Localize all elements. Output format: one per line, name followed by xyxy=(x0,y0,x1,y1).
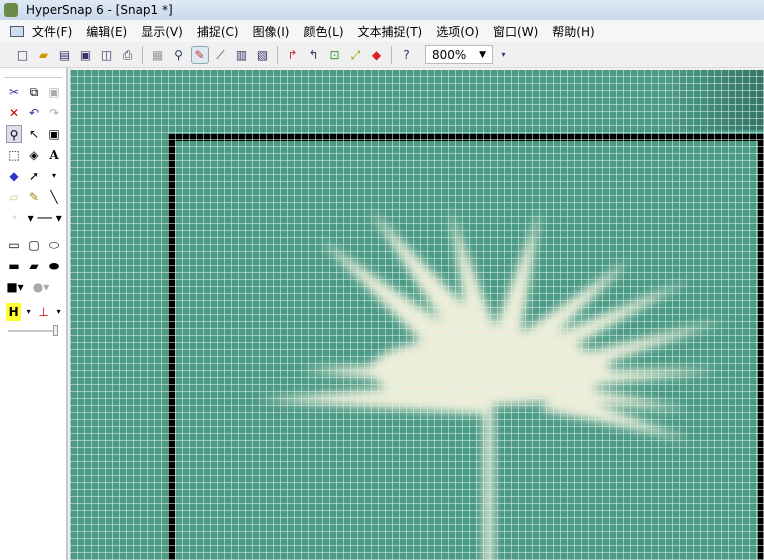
paint-icon[interactable]: ✎ xyxy=(190,45,209,64)
save-icon[interactable]: ▣ xyxy=(78,47,94,63)
zoom-value: 800% xyxy=(432,47,467,62)
crop-icon[interactable]: ⊡ xyxy=(327,47,343,63)
pixel-grid xyxy=(70,70,764,560)
dot-size-icon[interactable]: • xyxy=(6,209,23,227)
menu-bar: 文件(F) 编辑(E) 显示(V) 捕捉(C) 图像(I) 颜色(L) 文本捕捉… xyxy=(0,20,764,42)
menu-view[interactable]: 显示(V) xyxy=(141,23,183,40)
stamp-tool-icon[interactable]: ⊥ xyxy=(36,303,51,321)
document-icon[interactable] xyxy=(10,25,24,37)
text-icon[interactable]: A xyxy=(46,146,62,164)
dropdown-icon[interactable]: ▾ xyxy=(25,303,32,321)
rotate-right-icon[interactable]: ↱ xyxy=(285,47,301,63)
redo-icon[interactable]: ↷ xyxy=(46,104,62,122)
help-icon[interactable]: ? xyxy=(399,47,415,63)
app-icon xyxy=(4,3,18,17)
menu-color[interactable]: 颜色(L) xyxy=(303,23,343,40)
filled-rounded-rect-icon[interactable]: ▰ xyxy=(26,257,42,275)
menu-image[interactable]: 图像(I) xyxy=(253,23,290,40)
eraser-icon[interactable]: ▱ xyxy=(6,188,22,206)
rounded-rect-icon[interactable]: ▢ xyxy=(26,236,42,254)
separator xyxy=(391,45,392,64)
capture-window-icon[interactable]: ▥ xyxy=(234,47,250,63)
undo-icon[interactable]: ↶ xyxy=(26,104,42,122)
new-icon[interactable]: □ xyxy=(15,47,31,63)
scan-icon[interactable]: ▤ xyxy=(57,47,73,63)
separator xyxy=(277,45,278,64)
fill-color-icon[interactable]: ●▾ xyxy=(28,278,54,296)
filled-ellipse-icon[interactable]: ⬬ xyxy=(46,257,62,275)
delete-icon[interactable]: ✕ xyxy=(6,104,22,122)
menu-file[interactable]: 文件(F) xyxy=(32,23,72,40)
chevron-down-icon: ▼ xyxy=(479,49,486,60)
cut-icon[interactable]: ✂ xyxy=(6,83,22,101)
camera-icon[interactable]: ▦ xyxy=(150,47,166,63)
dropdown-icon[interactable]: ▾ xyxy=(55,303,62,321)
slider[interactable] xyxy=(8,325,58,336)
line-icon[interactable]: ╲ xyxy=(46,188,62,206)
filled-rect-icon[interactable]: ▬ xyxy=(6,257,22,275)
dropdown-icon[interactable]: ▾ xyxy=(46,167,62,185)
tool-palette: ✂ ⧉ ▣ ✕ ↶ ↷ ⚲ ↖ ▣ ⬚ ◈ A ◆ ➚ ▾ ▱ ✎ ╲ • ▾ ── ▾ ▭ ▢ ⬭ ▬ ▰ ⬬ … xyxy=(0,68,68,560)
ellipse-icon[interactable]: ⬭ xyxy=(46,236,62,254)
zoom-select[interactable]: 800% ▼ xyxy=(425,45,493,64)
menu-window[interactable]: 窗口(W) xyxy=(493,23,538,40)
book-icon[interactable]: ◫ xyxy=(99,47,115,63)
paste-icon[interactable]: ▣ xyxy=(46,83,62,101)
pencil-icon[interactable]: ✎ xyxy=(26,188,42,206)
toolbar-overflow-icon[interactable]: ▾ xyxy=(496,47,512,63)
toolbar: □ ▰ ▤ ▣ ◫ ⎙ ▦ ⚲ ✎ ⟋ ▥ ▧ ↱ ↰ ⊡ ⤢ ◆ ? 800%… xyxy=(0,42,764,68)
rect-icon[interactable]: ▭ xyxy=(6,236,22,254)
spray-icon[interactable]: ◆ xyxy=(6,167,22,185)
resize-icon[interactable]: ⤢ xyxy=(348,47,364,63)
copy-icon[interactable]: ⧉ xyxy=(26,83,42,101)
color-picker-icon[interactable]: ■▾ xyxy=(6,278,24,296)
menu-text-capture[interactable]: 文本捕捉(T) xyxy=(358,23,423,40)
frame-icon[interactable]: ▣ xyxy=(46,125,62,143)
tools-icon[interactable]: ⚲ xyxy=(171,47,187,63)
stamp-icon[interactable]: ◆ xyxy=(369,47,385,63)
menu-edit[interactable]: 编辑(E) xyxy=(86,23,127,40)
menu-capture[interactable]: 捕捉(C) xyxy=(197,23,239,40)
arrow-icon[interactable]: ➚ xyxy=(26,167,42,185)
title-bar: HyperSnap 6 - [Snap1 *] xyxy=(0,0,764,20)
open-icon[interactable]: ▰ xyxy=(36,47,52,63)
select-rect-icon[interactable]: ⬚ xyxy=(6,146,22,164)
rotate-left-icon[interactable]: ↰ xyxy=(306,47,322,63)
print-icon[interactable]: ⎙ xyxy=(120,47,136,63)
separator xyxy=(142,45,143,64)
zoom-tool-icon[interactable]: ⚲ xyxy=(6,125,23,143)
fill-icon[interactable]: ◈ xyxy=(26,146,42,164)
eyedropper-icon[interactable]: ⟋ xyxy=(213,47,229,63)
capture-region-icon[interactable]: ▧ xyxy=(255,47,271,63)
line-width-icon[interactable]: ▾ ── ▾ xyxy=(27,209,62,227)
menu-help[interactable]: 帮助(H) xyxy=(552,23,594,40)
menu-options[interactable]: 选项(O) xyxy=(436,23,479,40)
highlight-icon[interactable]: H xyxy=(6,303,22,321)
window-title: HyperSnap 6 - [Snap1 *] xyxy=(26,3,173,17)
image-canvas[interactable] xyxy=(70,70,764,560)
pointer-icon[interactable]: ↖ xyxy=(26,125,42,143)
